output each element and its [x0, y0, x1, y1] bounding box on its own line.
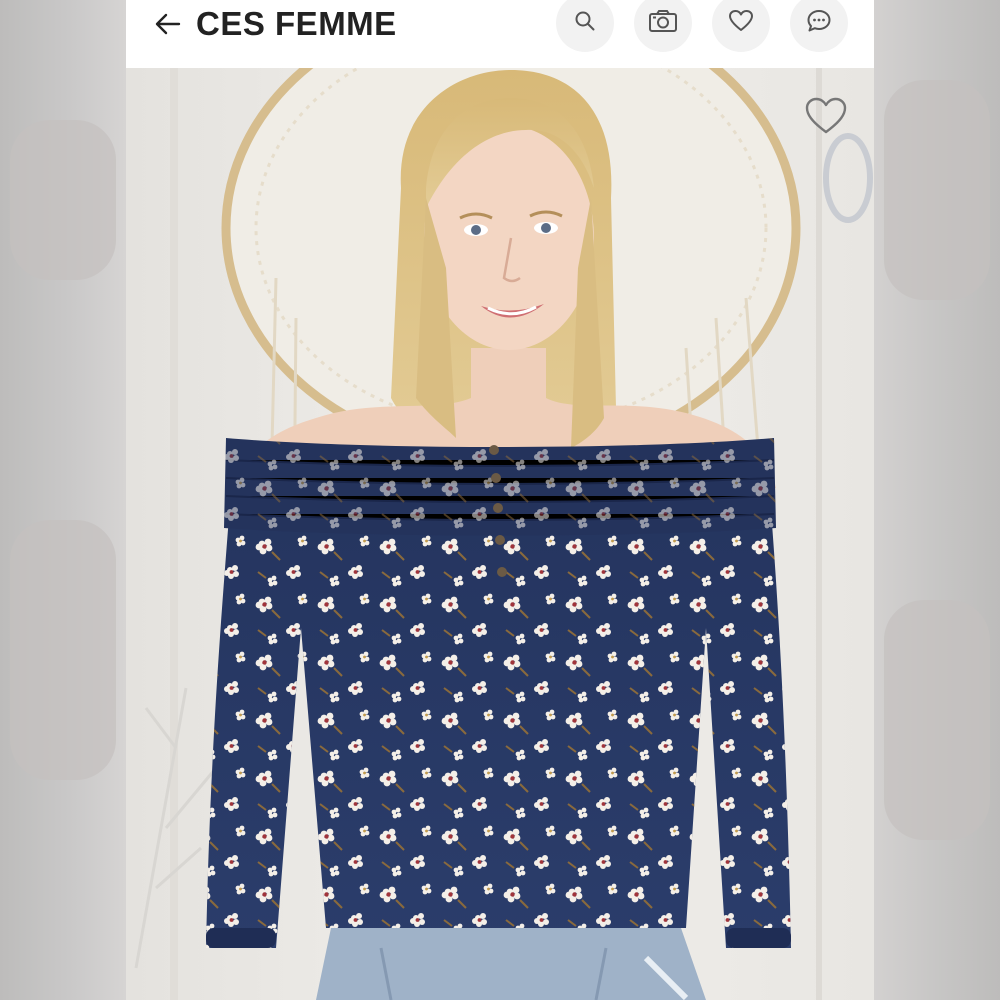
blur-shape — [884, 80, 990, 300]
camera-icon — [648, 9, 678, 38]
blur-shape — [10, 520, 116, 780]
favorite-button[interactable] — [804, 96, 848, 136]
right-blur-panel — [874, 0, 1000, 1000]
search-button[interactable] — [556, 0, 614, 52]
like-button[interactable] — [712, 0, 770, 52]
left-blur-panel — [0, 0, 126, 1000]
blur-shape — [884, 600, 990, 840]
blur-shape — [10, 120, 116, 280]
search-icon — [573, 9, 597, 38]
shop-title: CES FEMME — [196, 5, 397, 42]
chat-icon — [806, 8, 832, 39]
arrow-left-icon — [153, 9, 183, 44]
heart-icon — [728, 9, 754, 38]
top-header: CES FEMME — [126, 0, 874, 68]
comments-button[interactable] — [790, 0, 848, 52]
camera-button[interactable] — [634, 0, 692, 52]
back-button[interactable] — [150, 8, 186, 44]
product-photo — [126, 68, 874, 1000]
heart-outline-icon — [804, 96, 848, 136]
